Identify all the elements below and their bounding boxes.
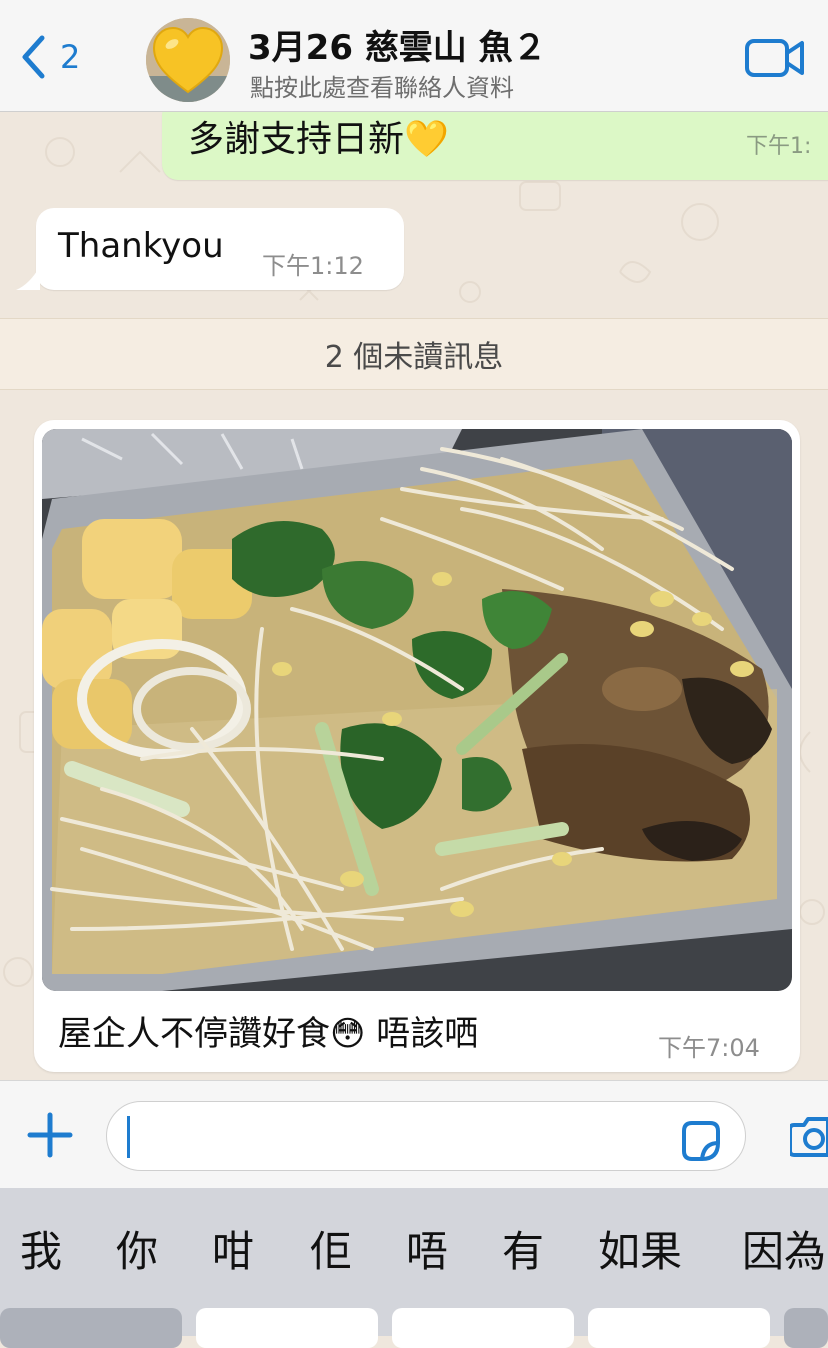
video-call-button[interactable] bbox=[744, 36, 806, 84]
suggestion-item[interactable]: 如果 bbox=[598, 1218, 682, 1279]
photo-message-time: 下午7:04 bbox=[658, 1034, 760, 1062]
unread-messages-banner: 2 個未讀訊息 bbox=[0, 318, 828, 390]
video-camera-icon bbox=[745, 39, 804, 77]
keyboard-key[interactable] bbox=[0, 1308, 182, 1348]
chat-title[interactable]: 3月26 慈雲山 魚２ bbox=[248, 20, 547, 69]
sticker-icon bbox=[682, 1121, 720, 1161]
message-input[interactable] bbox=[106, 1101, 746, 1171]
contact-avatar[interactable] bbox=[146, 18, 230, 102]
contact-info-hint[interactable]: 點按此處查看聯絡人資料 bbox=[250, 68, 514, 103]
suggestion-item[interactable]: 因為 bbox=[742, 1218, 826, 1279]
photo-caption: 屋企人不停讚好食😳 唔該哂 bbox=[58, 1014, 479, 1054]
outgoing-message-text: 多謝支持日新💛 bbox=[188, 119, 449, 160]
attach-button[interactable] bbox=[26, 1111, 74, 1163]
incoming-message[interactable]: Thankyou 下午1:12 bbox=[16, 208, 404, 290]
chevron-left-icon bbox=[22, 35, 45, 79]
suggestion-item[interactable]: 你 bbox=[116, 1218, 158, 1279]
suggestion-item[interactable]: 唔 bbox=[406, 1218, 448, 1279]
outgoing-message[interactable]: 多謝支持日新💛 下午1: bbox=[162, 112, 828, 180]
plus-icon bbox=[27, 1112, 73, 1158]
message-list[interactable]: 多謝支持日新💛 下午1: Thankyou 下午1:12 2 個未讀訊息 屋企人… bbox=[0, 112, 828, 1080]
fish-dish-photo[interactable] bbox=[42, 429, 792, 991]
bubble-tail bbox=[16, 266, 40, 290]
suggestion-item[interactable]: 佢 bbox=[310, 1218, 352, 1279]
photo-message[interactable]: 屋企人不停讚好食😳 唔該哂 下午7:04 bbox=[34, 420, 800, 1072]
yellow-heart-icon bbox=[146, 18, 230, 102]
incoming-message-text: Thankyou bbox=[58, 226, 224, 266]
back-button[interactable]: 2 bbox=[20, 34, 80, 80]
outgoing-message-time: 下午1: bbox=[746, 134, 812, 159]
unread-count: 2 bbox=[60, 38, 81, 76]
camera-button[interactable] bbox=[788, 1115, 828, 1163]
keyboard-key[interactable] bbox=[392, 1308, 574, 1348]
keyboard-key[interactable] bbox=[196, 1308, 378, 1348]
suggestion-item[interactable]: 咁 bbox=[212, 1218, 254, 1279]
suggestion-item[interactable]: 我 bbox=[20, 1218, 62, 1279]
sticker-button[interactable] bbox=[678, 1119, 722, 1167]
keyboard: 我 你 咁 佢 唔 有 如果 因為 bbox=[0, 1188, 828, 1348]
text-caret bbox=[127, 1116, 130, 1158]
keyboard-key[interactable] bbox=[588, 1308, 770, 1348]
camera-icon bbox=[788, 1117, 828, 1157]
suggestion-item[interactable]: 有 bbox=[502, 1218, 544, 1279]
composer-bar bbox=[0, 1080, 828, 1188]
chat-header: 2 3月26 慈雲山 魚２ 點按此處查看聯絡人資料 bbox=[0, 0, 828, 112]
incoming-message-time: 下午1:12 bbox=[262, 252, 364, 280]
keyboard-key[interactable] bbox=[784, 1308, 828, 1348]
